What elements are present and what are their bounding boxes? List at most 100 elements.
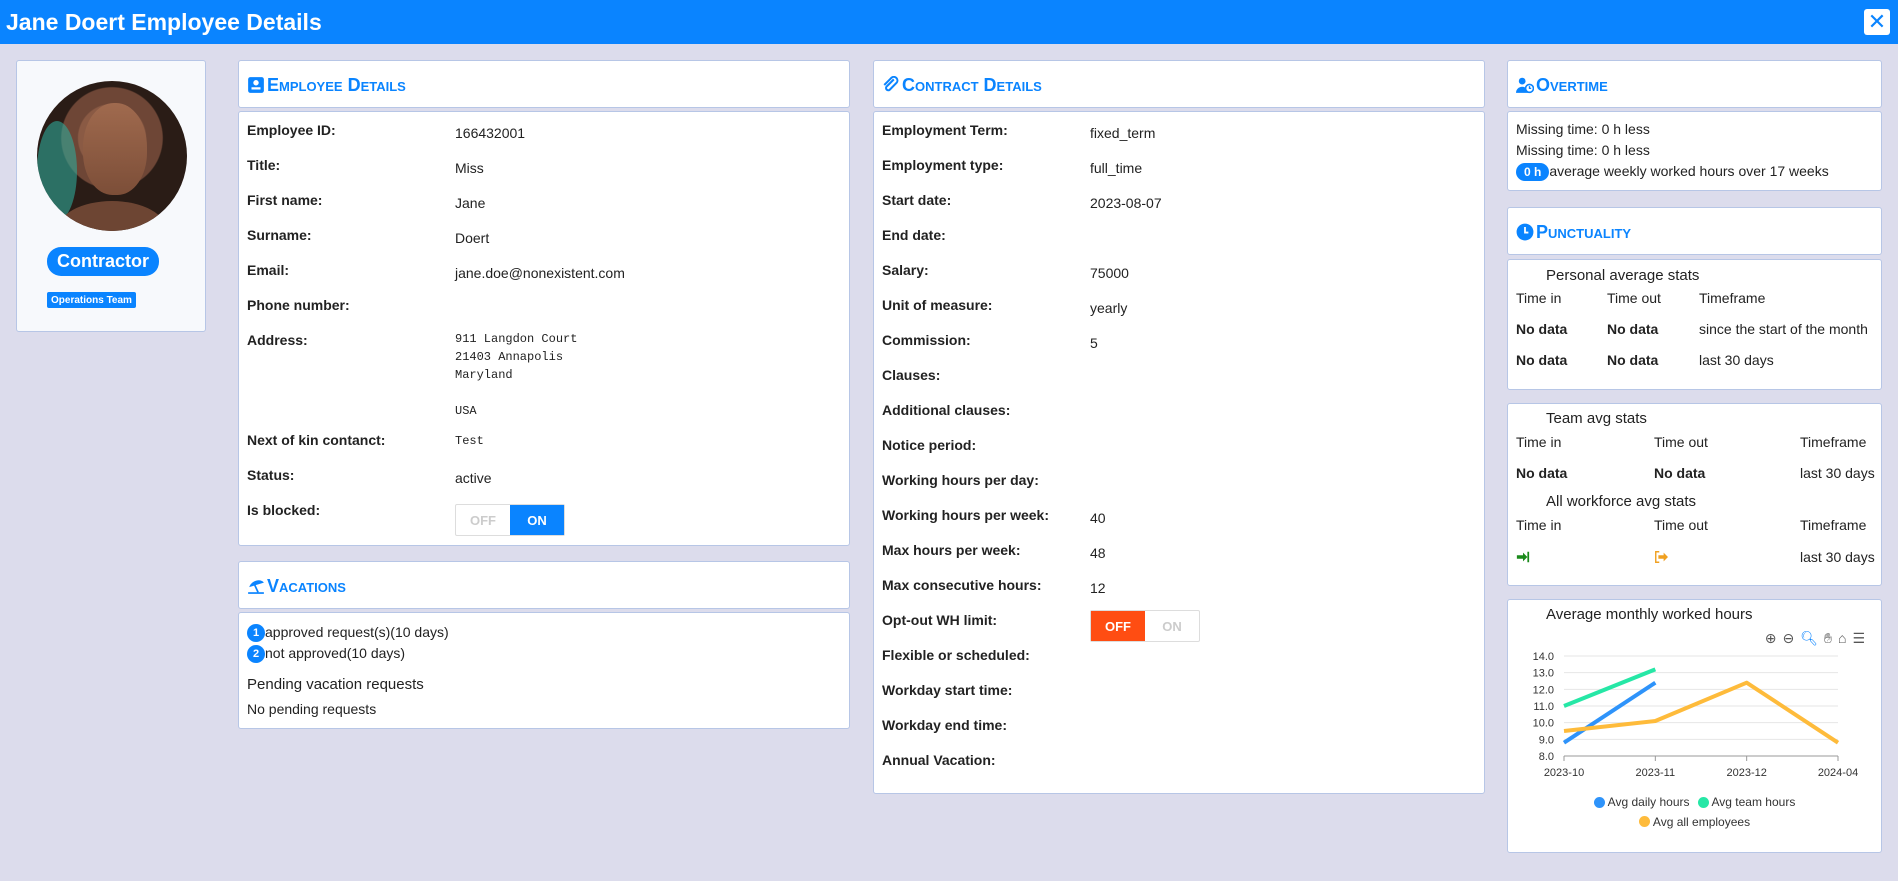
- contract-label: Working hours per day:: [882, 472, 1039, 488]
- team-row-frame: last 30 days: [1800, 465, 1875, 481]
- personal-stats-title: Personal average stats: [1546, 267, 1700, 284]
- contract-value: yearly: [1090, 300, 1128, 316]
- first-name-label: First name:: [247, 192, 323, 208]
- first-name-value: Jane: [455, 195, 486, 211]
- contract-label: Salary:: [882, 262, 929, 278]
- contract-label: Flexible or scheduled:: [882, 647, 1030, 663]
- approved-requests: 1 approved request(s)(10 days): [247, 624, 449, 643]
- contract-label: Clauses:: [882, 367, 941, 383]
- optout-toggle-on[interactable]: ON: [1145, 611, 1199, 641]
- all-stats-title: All workforce avg stats: [1546, 493, 1697, 510]
- employee-id-value: 166432001: [455, 125, 526, 141]
- id-card-icon: [248, 77, 264, 93]
- contract-value: 12: [1090, 580, 1106, 596]
- chart-panel: Average monthly worked hours ⊕ ⊖ 🔍︎ ✋︎ ⌂…: [1507, 599, 1882, 853]
- title-bar: Jane Doert Employee Details ✕: [0, 0, 1898, 44]
- legend-label: Avg team hours: [1711, 795, 1796, 809]
- avatar: [37, 81, 187, 231]
- all-row-frame: last 30 days: [1800, 549, 1875, 565]
- x-tick-label: 2024-04: [1818, 767, 1858, 779]
- x-tick-label: 2023-10: [1544, 767, 1584, 779]
- user-clock-icon: [1516, 77, 1534, 94]
- address-value: 911 Langdon Court 21403 Annapolis Maryla…: [455, 332, 578, 418]
- not-approved-count-badge: 2: [247, 645, 265, 664]
- y-tick-label: 13.0: [1533, 668, 1554, 680]
- chart-title: Average monthly worked hours: [1546, 606, 1753, 623]
- contract-value: fixed_term: [1090, 125, 1156, 141]
- contract-label: Workday end time:: [882, 717, 1007, 733]
- legend-item[interactable]: Avg daily hours: [1593, 793, 1690, 811]
- x-tick-label: 2023-12: [1726, 767, 1766, 779]
- kin-label: Next of kin contanct:: [247, 432, 386, 448]
- y-tick-label: 10.0: [1533, 718, 1554, 730]
- legend-marker: [1697, 796, 1709, 808]
- surname-value: Doert: [455, 230, 490, 246]
- team-header-timein: Time in: [1516, 434, 1562, 450]
- missing-time-1: Missing time: 0 h less: [1516, 121, 1650, 137]
- blocked-toggle-on[interactable]: ON: [510, 505, 564, 535]
- contract-label: Commission:: [882, 332, 971, 348]
- contract-value: 75000: [1090, 265, 1129, 281]
- y-tick-label: 12.0: [1533, 684, 1554, 696]
- team-badge: Operations Team: [47, 292, 136, 308]
- clock-icon: [1516, 223, 1534, 241]
- email-value[interactable]: jane.doe@nonexistent.com: [455, 265, 625, 281]
- contract-label: Notice period:: [882, 437, 977, 453]
- profile-card: Contractor Operations Team: [16, 60, 206, 332]
- kin-value: Test: [455, 434, 484, 448]
- title-value: Miss: [455, 160, 484, 176]
- personal-row2-out: No data: [1607, 352, 1659, 368]
- legend-label: Avg daily hours: [1607, 795, 1690, 809]
- sign-in-icon: [1516, 551, 1530, 563]
- personal-header-timeout: Time out: [1607, 290, 1661, 306]
- blocked-toggle[interactable]: OFF ON: [455, 504, 565, 536]
- phone-label: Phone number:: [247, 297, 350, 313]
- paperclip-icon: [883, 76, 899, 92]
- address-label: Address:: [247, 332, 308, 348]
- y-tick-label: 9.0: [1539, 734, 1554, 746]
- contract-label: Employment type:: [882, 157, 1004, 173]
- contract-label: Workday start time:: [882, 682, 1013, 698]
- y-tick-label: 14.0: [1533, 651, 1554, 663]
- legend-label: Avg all employees: [1652, 814, 1751, 829]
- personal-row2-in: No data: [1516, 352, 1568, 368]
- contract-label: Working hours per week:: [882, 507, 1049, 523]
- weekly-hours-line: 0 h average weekly worked hours over 17 w…: [1516, 163, 1829, 181]
- blocked-label: Is blocked:: [247, 502, 321, 518]
- legend-item[interactable]: Avg team hours: [1697, 793, 1796, 811]
- optout-toggle[interactable]: OFF ON: [1090, 610, 1200, 642]
- contract-details-header: Contract Details: [873, 60, 1485, 108]
- optout-toggle-off[interactable]: OFF: [1091, 611, 1145, 641]
- legend-item[interactable]: Avg all employees: [1638, 813, 1751, 831]
- role-badge: Contractor: [47, 247, 159, 276]
- contract-label: Annual Vacation:: [882, 752, 996, 768]
- team-stats-title: Team avg stats: [1546, 410, 1647, 427]
- surname-label: Surname:: [247, 227, 312, 243]
- close-button[interactable]: ✕: [1864, 9, 1890, 35]
- contract-value: 40: [1090, 510, 1106, 526]
- window-title: Jane Doert Employee Details: [6, 8, 322, 35]
- personal-row1-out: No data: [1607, 321, 1659, 337]
- team-header-timeout: Time out: [1654, 434, 1708, 450]
- sign-out-icon: [1655, 551, 1668, 563]
- punctuality-title: Punctuality: [1536, 221, 1632, 242]
- personal-row1-in: No data: [1516, 321, 1568, 337]
- pending-title: Pending vacation requests: [247, 676, 424, 693]
- series-line-1: [1563, 667, 1657, 708]
- series-line-2: [1563, 680, 1840, 745]
- vacations-header: Vacations: [238, 561, 850, 609]
- contract-label: End date:: [882, 227, 946, 243]
- team-row-out: No data: [1654, 465, 1706, 481]
- contract-label: Additional clauses:: [882, 402, 1011, 418]
- umbrella-beach-icon: [248, 580, 264, 594]
- close-icon: ✕: [1867, 9, 1887, 34]
- status-label: Status:: [247, 467, 295, 483]
- legend-marker: [1593, 796, 1605, 808]
- contract-label: Max hours per week:: [882, 542, 1021, 558]
- contract-label: Unit of measure:: [882, 297, 993, 313]
- y-tick-label: 11.0: [1533, 701, 1554, 713]
- personal-stats-panel: Personal average stats Time in Time out …: [1507, 259, 1882, 390]
- personal-row1-frame: since the start of the month: [1699, 321, 1868, 337]
- contract-value: full_time: [1090, 160, 1143, 176]
- blocked-toggle-off[interactable]: OFF: [456, 505, 510, 535]
